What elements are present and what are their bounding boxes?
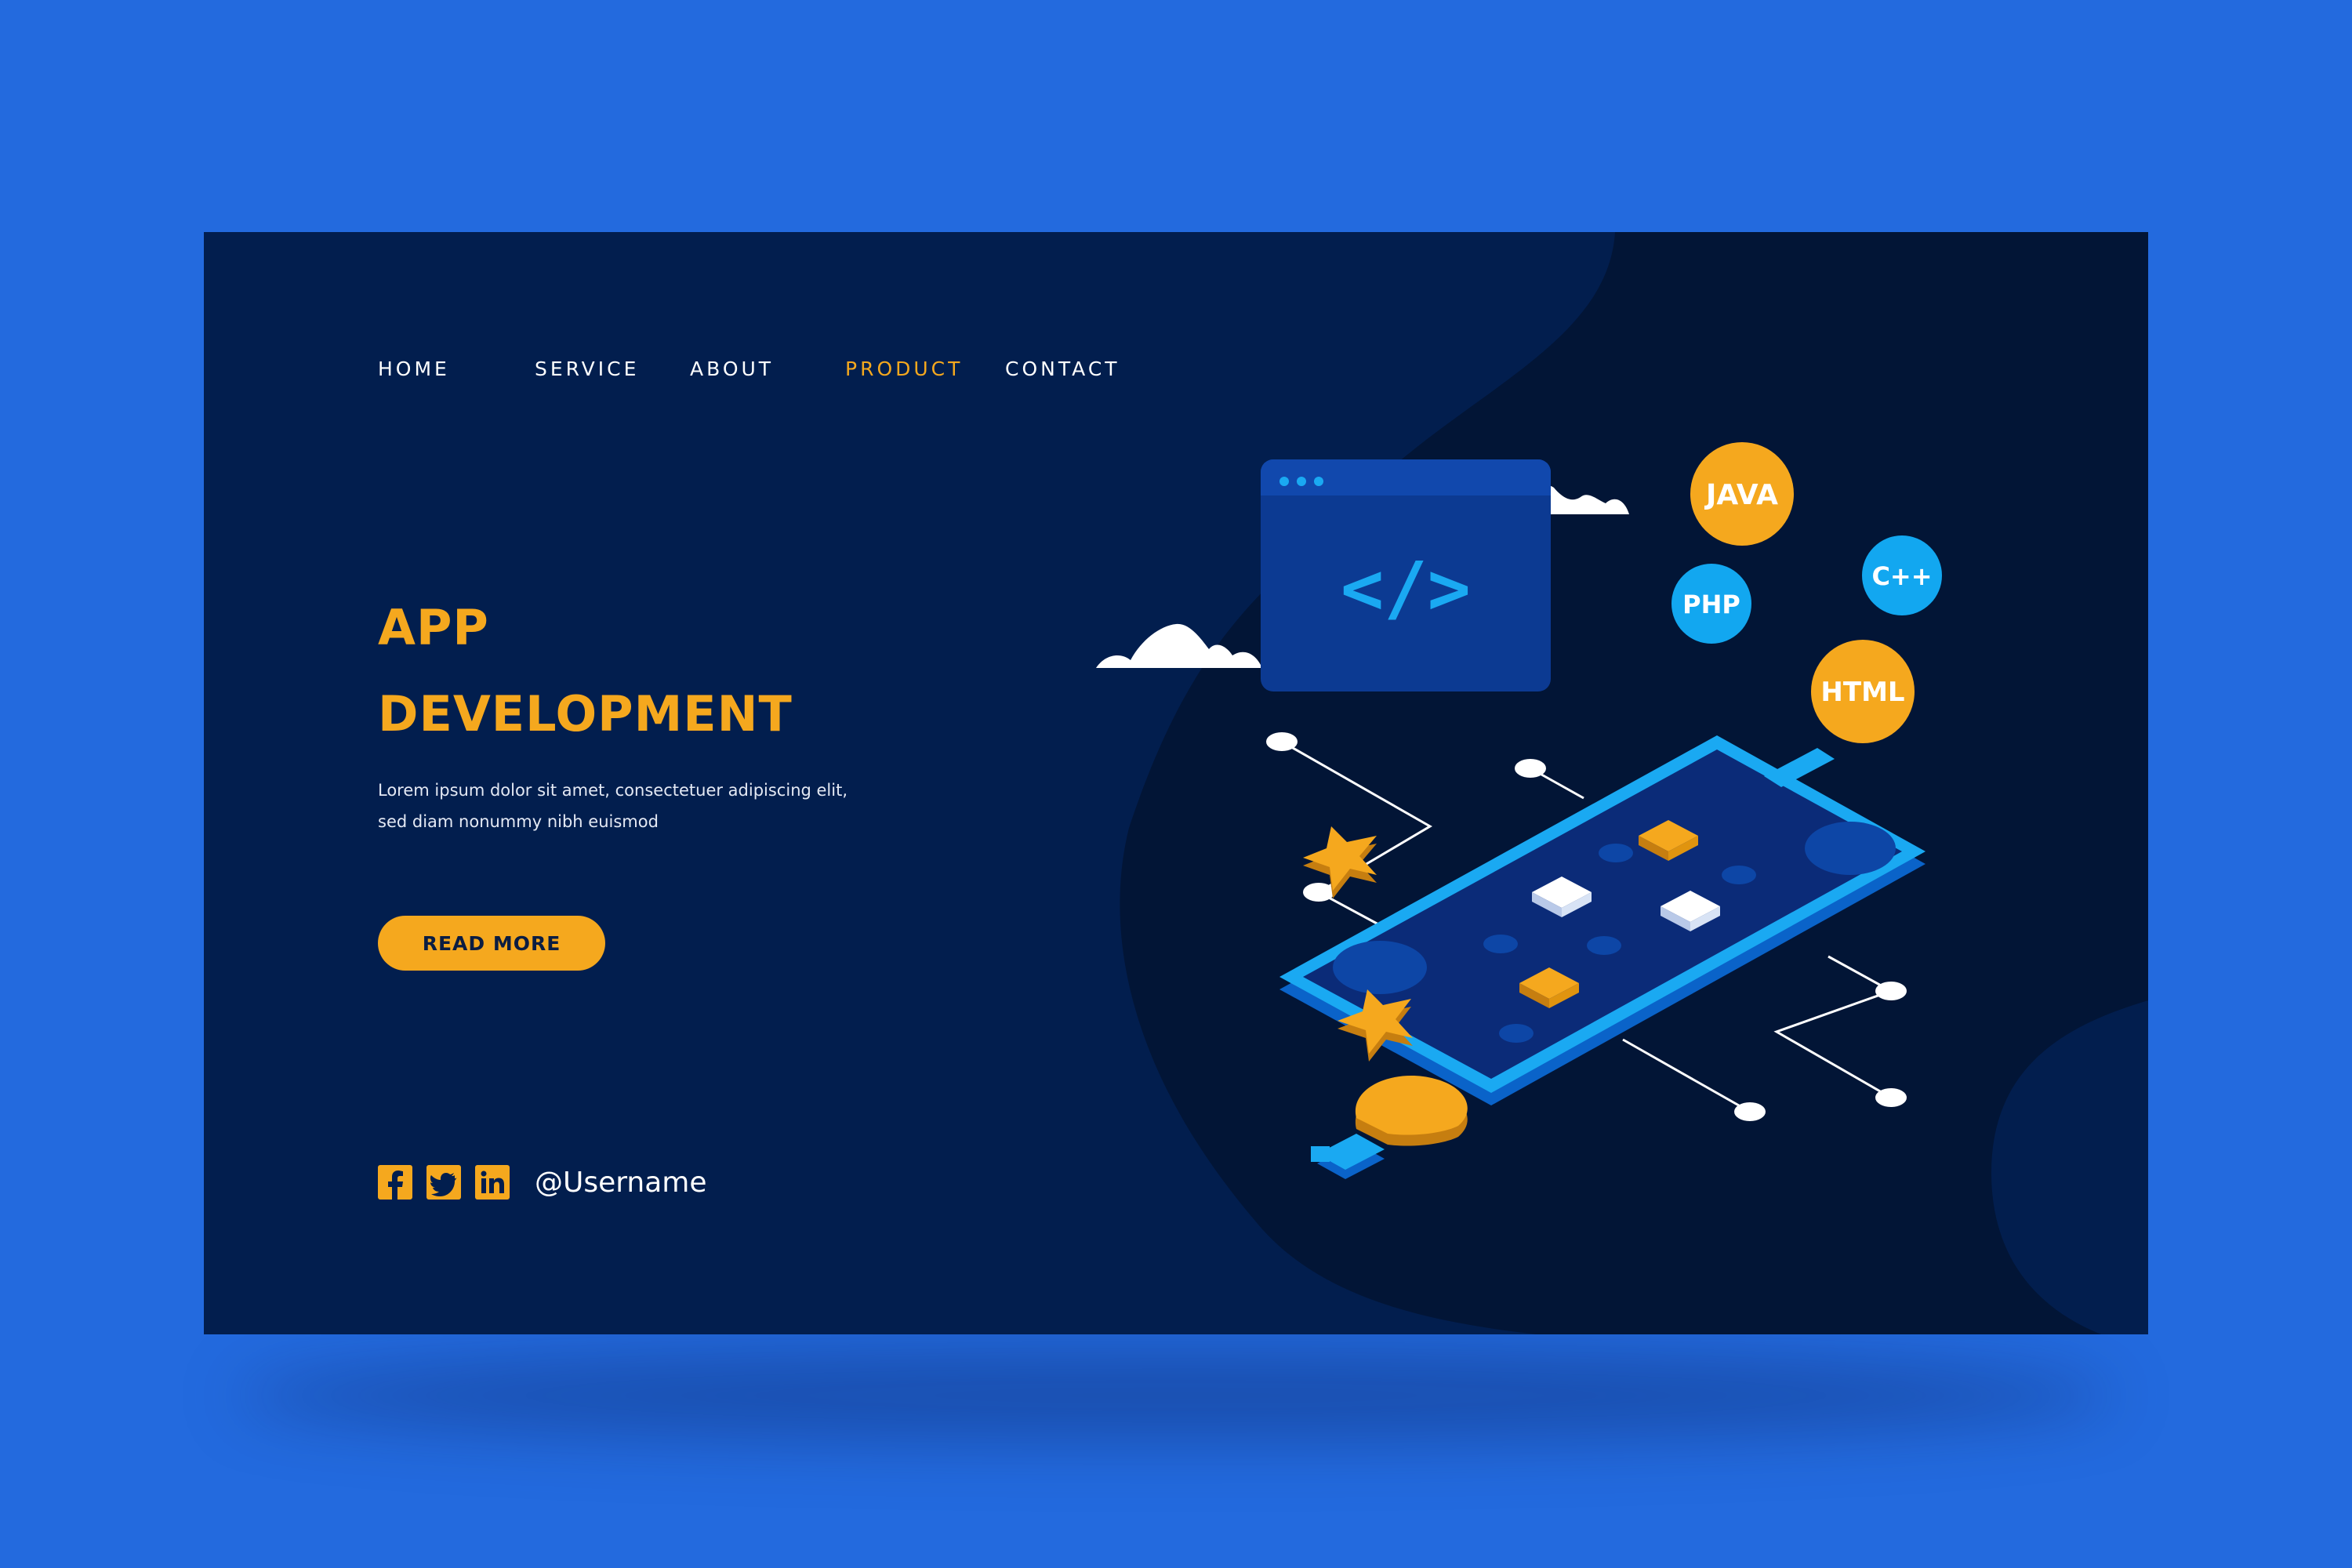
card-shadow — [235, 1348, 2117, 1443]
cpp-bubble: C++ — [1862, 535, 1942, 615]
window-dot — [1297, 477, 1306, 486]
cloud-shape-left — [1096, 623, 1262, 668]
screen-dot — [1587, 936, 1621, 955]
screen-dot — [1483, 935, 1518, 953]
app-dev-illustration: </> JAVA PHP C++ HTML — [1096, 442, 1942, 1179]
screen-dot — [1499, 1024, 1534, 1043]
code-symbol: </> — [1341, 546, 1471, 630]
cpp-label: C++ — [1871, 561, 1932, 591]
java-bubble: JAVA — [1690, 442, 1794, 546]
screen-dot — [1599, 844, 1633, 862]
java-label: JAVA — [1704, 479, 1778, 511]
landing-card: HOME SERVICE ABOUT PRODUCT CONTACT APP D… — [204, 232, 2148, 1334]
window-dot — [1279, 477, 1289, 486]
html-label: HTML — [1820, 677, 1904, 708]
screen-dot — [1722, 866, 1756, 884]
php-label: PHP — [1682, 590, 1740, 619]
window-dot — [1314, 477, 1323, 486]
code-window: </> — [1261, 459, 1551, 691]
html-bubble: HTML — [1811, 640, 1915, 743]
lightbulb-icon — [1311, 1075, 1468, 1179]
php-bubble: PHP — [1671, 564, 1751, 644]
